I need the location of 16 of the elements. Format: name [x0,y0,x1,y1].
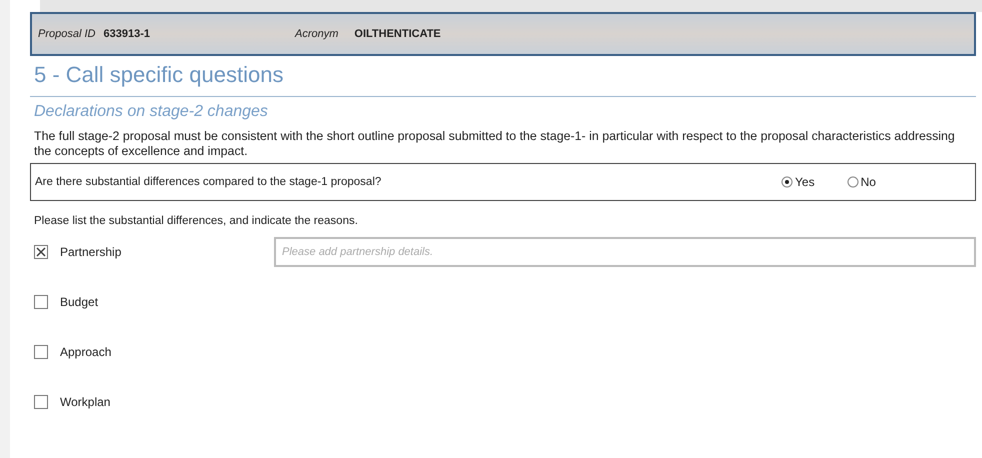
instruction-text: Please list the substantial differences, and indicate the reasons. [33,214,359,227]
radio-option[interactable]: Yes [781,175,815,189]
acronym-value: OILTHENTICATE [354,28,441,40]
checkbox-option[interactable]: Approach [34,345,274,359]
checkbox-option[interactable]: Partnership [34,245,274,259]
question-text: Are there substantial differences compared to the stage-1 proposal? [35,176,382,188]
acronym-label: Acronym [294,28,338,40]
proposal-id-label: Proposal ID [38,28,96,40]
section-title: 5 - Call specific questions [33,61,284,89]
proposal-id-value: 633913-1 [103,28,150,40]
intro-paragraph: The full stage-2 proposal must be consistent with the short outline proposal submitted to the stage-1- in particular with respect to the proposal characteristics addressing the concepts of excellence and impact. [33,128,956,159]
section-subtitle: Declarations on stage-2 changes [33,102,269,121]
checkbox-option[interactable]: Workplan [34,395,274,409]
details-input-field[interactable]: Please add partnership details. [274,237,976,267]
checkbox-option[interactable]: Budget [34,295,274,309]
radio-option[interactable]: No [846,175,876,189]
